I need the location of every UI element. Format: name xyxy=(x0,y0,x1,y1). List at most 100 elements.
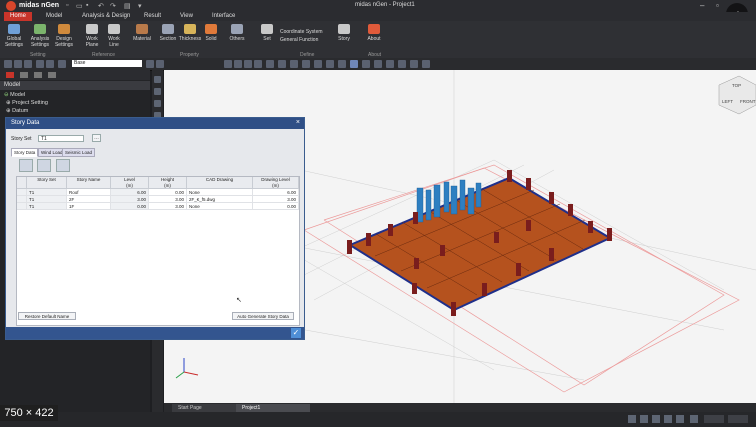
redo-icon[interactable]: ↷ xyxy=(110,2,116,10)
tab-home[interactable]: Home xyxy=(4,12,33,21)
zoom-icon[interactable] xyxy=(24,60,32,68)
vtool-select-icon[interactable] xyxy=(154,76,161,83)
viewcube[interactable]: TOP LEFT FRONT xyxy=(718,75,756,115)
table-row[interactable]: T1 1F 0.00 3.00 None 0.00 xyxy=(17,203,299,210)
cell-story-name[interactable]: Roof xyxy=(67,189,111,196)
design-settings-button[interactable]: Design Settings xyxy=(52,23,76,51)
work-line-button[interactable]: Work Line xyxy=(102,23,126,51)
insert-story-icon[interactable] xyxy=(37,159,51,172)
work-plane-button[interactable]: Work Plane xyxy=(80,23,104,51)
tree-item-model[interactable]: ⊖ Model xyxy=(4,92,25,98)
tab-interface[interactable]: Interface xyxy=(206,12,241,21)
section-button[interactable]: Section xyxy=(156,23,180,51)
ok-check-icon[interactable]: ✓ xyxy=(291,328,301,338)
node-icon[interactable] xyxy=(314,60,322,68)
snap-icon[interactable] xyxy=(350,60,358,68)
tree-item-project-setting[interactable]: ⊕ Project Setting xyxy=(6,100,48,106)
story-up-icon[interactable] xyxy=(146,60,154,68)
maximize-icon[interactable]: ▫ xyxy=(716,1,719,10)
dialog-close-icon[interactable]: × xyxy=(296,119,300,126)
tab-seismic-load[interactable]: Seismic Load xyxy=(62,148,96,157)
cell-cad-drawing[interactable]: None xyxy=(187,203,253,210)
auto-generate-story-data-button[interactable]: Auto Generate Story Data xyxy=(232,312,294,320)
cell-story-name[interactable]: 2F xyxy=(67,196,111,203)
view-top-icon[interactable] xyxy=(234,60,242,68)
model-tree-tab-icon[interactable] xyxy=(6,72,14,78)
cell-drawing-level[interactable]: 6.00 xyxy=(253,189,299,196)
label-icon[interactable] xyxy=(374,60,382,68)
cell-height[interactable]: 3.00 xyxy=(149,203,187,210)
tree-item-datum[interactable]: ⊕ Datum xyxy=(6,108,28,114)
tab-view[interactable]: View xyxy=(174,12,199,21)
add-story-icon[interactable] xyxy=(19,159,33,172)
works-tab-icon[interactable] xyxy=(20,72,28,78)
view-side-icon[interactable] xyxy=(254,60,262,68)
rotate-icon[interactable] xyxy=(46,60,54,68)
status-ortho-icon[interactable] xyxy=(652,415,660,423)
status-units-icon[interactable] xyxy=(676,415,684,423)
cell-cad-drawing[interactable]: None xyxy=(187,189,253,196)
select-icon[interactable] xyxy=(4,60,12,68)
view-iso-icon[interactable] xyxy=(224,60,232,68)
global-settings-button[interactable]: Global Settings xyxy=(2,23,26,51)
new-file-icon[interactable]: ▫ xyxy=(66,2,68,9)
grid-icon[interactable] xyxy=(338,60,346,68)
status-unit-select[interactable] xyxy=(704,415,724,423)
cell-drawing-level[interactable]: 3.00 xyxy=(253,196,299,203)
perspective-icon[interactable] xyxy=(398,60,406,68)
restore-default-name-button[interactable]: Restore Default Name xyxy=(18,312,76,320)
group-tab-icon[interactable] xyxy=(34,72,42,78)
element-icon[interactable] xyxy=(326,60,334,68)
table-row[interactable]: T1 2F 3.00 3.00 2F_€_f5.dwg 3.00 xyxy=(17,196,299,203)
capture-icon[interactable] xyxy=(422,60,430,68)
others-button[interactable]: Others xyxy=(225,23,249,51)
status-osnap-icon[interactable] xyxy=(664,415,672,423)
filter-icon[interactable] xyxy=(58,60,66,68)
open-file-icon[interactable]: ▭ xyxy=(76,2,83,10)
status-settings-icon[interactable] xyxy=(690,415,698,423)
tab-project1[interactable]: Project1 xyxy=(236,404,310,412)
general-function-button[interactable]: General Function xyxy=(280,37,318,43)
hidden-line-icon[interactable] xyxy=(302,60,310,68)
vtool-window-icon[interactable] xyxy=(154,100,161,107)
material-button[interactable]: Material xyxy=(130,23,154,51)
tab-start-page[interactable]: Start Page xyxy=(172,404,240,412)
wireframe-icon[interactable] xyxy=(290,60,298,68)
story-selector[interactable]: Base xyxy=(72,60,142,67)
delete-story-icon[interactable] xyxy=(56,159,70,172)
story-set-select[interactable]: T1 xyxy=(38,135,84,142)
unselect-icon[interactable] xyxy=(14,60,22,68)
tab-result[interactable]: Result xyxy=(138,12,167,21)
quick-access-more-icon[interactable]: ▾ xyxy=(138,2,142,10)
undo-icon[interactable]: ↶ xyxy=(98,2,104,10)
vtool-box-icon[interactable] xyxy=(154,88,161,95)
render-icon[interactable] xyxy=(386,60,394,68)
status-force-select[interactable] xyxy=(728,415,748,423)
story-down-icon[interactable] xyxy=(156,60,164,68)
display-mode-icon[interactable] xyxy=(266,60,274,68)
tab-analysis-design[interactable]: Analysis & Design xyxy=(76,12,136,21)
minimize-icon[interactable]: – xyxy=(700,1,704,10)
status-grid-icon[interactable] xyxy=(640,415,648,423)
measure-icon[interactable] xyxy=(362,60,370,68)
status-snap-icon[interactable] xyxy=(628,415,636,423)
cell-height[interactable]: 0.00 xyxy=(149,189,187,196)
cell-cad-drawing[interactable]: 2F_€_f5.dwg xyxy=(187,196,253,203)
tab-story-data[interactable]: Story Data xyxy=(11,148,39,157)
about-button[interactable]: About xyxy=(362,23,386,51)
story-button[interactable]: Story xyxy=(332,23,356,51)
view-front-icon[interactable] xyxy=(244,60,252,68)
solid-button[interactable]: Solid xyxy=(199,23,223,51)
pan-icon[interactable] xyxy=(36,60,44,68)
story-set-edit-button[interactable]: … xyxy=(92,134,101,142)
cell-story-name[interactable]: 1F xyxy=(67,203,111,210)
analysis-settings-button[interactable]: Analysis Settings xyxy=(28,23,52,51)
table-tab-icon[interactable] xyxy=(48,72,56,78)
lighting-icon[interactable] xyxy=(410,60,418,68)
table-row[interactable]: T1 Roof 6.00 0.00 None 6.00 xyxy=(17,189,299,196)
coordinate-system-button[interactable]: Coordinate System xyxy=(280,29,323,35)
cell-drawing-level[interactable]: 0.00 xyxy=(253,203,299,210)
tab-model[interactable]: Model xyxy=(40,12,68,21)
shading-icon[interactable] xyxy=(278,60,286,68)
print-icon[interactable]: ▤ xyxy=(124,2,131,10)
